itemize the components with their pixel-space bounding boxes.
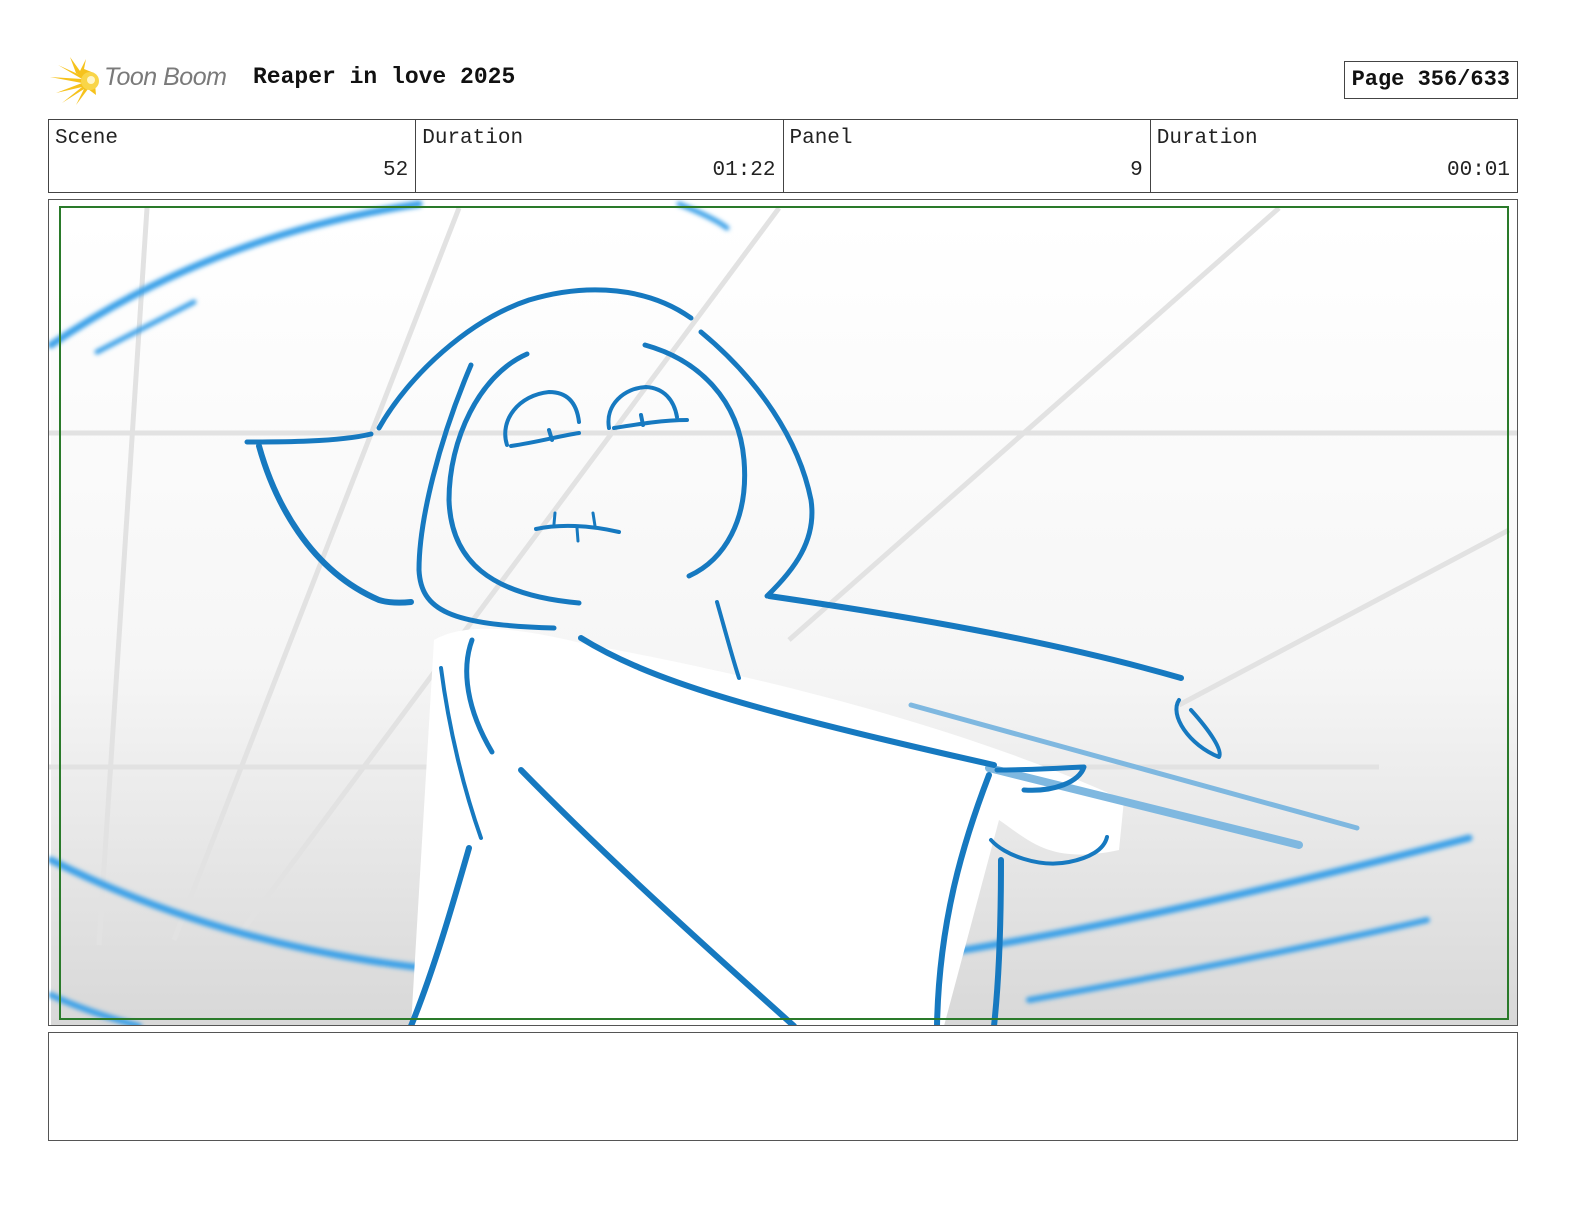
panel-notes-box[interactable]	[48, 1032, 1518, 1141]
scene-duration-label: Duration	[422, 127, 524, 150]
scene-cell: Scene 52	[49, 120, 417, 192]
storyboard-frame	[48, 199, 1518, 1026]
scene-duration-value: 01:22	[712, 159, 776, 182]
starburst-icon	[50, 57, 99, 105]
panel-label: Panel	[789, 127, 853, 150]
project-title: Reaper in love 2025	[253, 64, 516, 90]
panel-duration-value: 00:01	[1446, 159, 1510, 182]
panel-duration-cell: Duration 00:01	[1151, 120, 1517, 192]
scene-value: 52	[383, 159, 409, 182]
sketch-drawing	[49, 200, 1517, 1025]
page-counter: Page 356/633	[1343, 61, 1518, 99]
brand-name: Toon Boom	[104, 63, 227, 91]
panel-value: 9	[1130, 159, 1143, 182]
scene-label: Scene	[55, 127, 119, 150]
panel-cell: Panel 9	[784, 120, 1151, 192]
panel-info-table: Scene 52 Duration 01:22 Panel 9 Duration…	[48, 119, 1518, 193]
toon-boom-logo: Toon Boom	[50, 55, 240, 107]
panel-duration-label: Duration	[1156, 127, 1258, 150]
scene-duration-cell: Duration 01:22	[416, 120, 784, 192]
